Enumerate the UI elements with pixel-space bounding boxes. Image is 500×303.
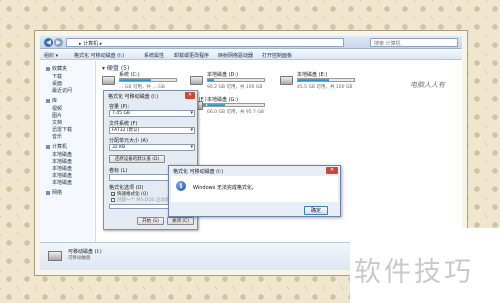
map-network-drive-button[interactable]: 映射网络驱动器 <box>218 52 253 59</box>
drive-usage-fill <box>208 79 214 81</box>
sidebar-item-videos[interactable]: 视频 <box>52 105 62 112</box>
checkmark-icon: ✓ <box>111 191 116 197</box>
star-icon <box>46 66 50 71</box>
info-icon: i <box>176 181 186 191</box>
sidebar-item-computer[interactable]: 计算机 <box>46 143 67 150</box>
allocation-label: 分配单元大小 (A) <box>109 138 148 144</box>
drive-tile-e[interactable]: 本地磁盘 (E:) 45.5 GB 可用，共 100 GB <box>280 71 370 91</box>
watermark-top-right: 电脑人人有 <box>410 81 445 89</box>
details-drive-name: 可移动磁盘 (I:) <box>68 249 102 255</box>
computer-icon <box>46 144 50 149</box>
sidebar-item-disk-3[interactable]: 本地磁盘 <box>52 165 72 172</box>
sidebar-item-libraries[interactable]: 库 <box>46 97 57 104</box>
sidebar-item-favorites[interactable]: 收藏夹 <box>46 65 67 72</box>
restore-defaults-button[interactable]: 还原设备的默认值 (D) <box>109 155 165 163</box>
details-drive-type: 可移动磁盘 <box>68 256 91 261</box>
drive-tile-g[interactable]: 本地磁盘 (G:) 66.0 GB 可用，共 95.7 GB <box>190 96 280 116</box>
open-control-panel-button[interactable]: 打开控制面板 <box>262 52 292 59</box>
drive-usage-fill <box>208 104 225 106</box>
sidebar-item-documents[interactable]: 文档 <box>52 119 62 126</box>
message-dialog-title: 格式化 可移动磁盘 (I:) <box>173 169 224 175</box>
sidebar-item-network[interactable]: 网络 <box>46 189 62 196</box>
system-properties-button[interactable]: 系统属性 <box>144 52 164 59</box>
format-dialog-title: 格式化 可移动磁盘 (I:) <box>108 94 159 100</box>
navigation-pane: 收藏夹 下载 桌面 最近访问 库 视频 图片 文档 迅雷下载 音乐 计算机 本地… <box>40 61 96 261</box>
address-path: ▸ 计算机 ▸ <box>79 41 103 47</box>
organize-menu[interactable]: 组织 ▾ <box>44 52 58 59</box>
filesystem-label: 文件系统 (F) <box>109 121 138 127</box>
filesystem-select[interactable]: FAT32 (默认) <box>109 127 195 134</box>
command-bar: 组织 ▾ 格式化 可移动磁盘 (I:) 系统属性 卸载或更改程序 映射网络驱动器… <box>40 50 462 60</box>
drive-usage-fill <box>120 79 151 81</box>
drive-tile-c[interactable]: 系统 (C:) … GB 可用，共 … GB <box>102 71 192 91</box>
message-body: i Windows 无法完成格式化。 <box>171 176 338 202</box>
watermark-text: 软件技巧 <box>354 257 474 288</box>
address-bar: ◀ ▶ ▸ 计算机 ▸ 搜索 计算机 <box>40 36 462 49</box>
close-icon[interactable]: ✕ <box>326 167 338 174</box>
sidebar-item-desktop[interactable]: 桌面 <box>52 80 62 87</box>
search-placeholder: 搜索 计算机 <box>374 41 401 47</box>
uninstall-program-button[interactable]: 卸载或更改程序 <box>174 52 209 59</box>
drive-usage-bar <box>207 78 265 82</box>
drive-usage-bar <box>207 103 265 107</box>
error-message-dialog: 格式化 可移动磁盘 (I:) ✕ i Windows 无法完成格式化。 确定 <box>168 165 341 217</box>
watermark-panel: 软件技巧 <box>350 228 500 303</box>
network-icon <box>46 190 50 195</box>
drive-usage-fill <box>298 79 329 81</box>
drive-usage-bar <box>119 78 177 82</box>
allocation-select[interactable]: 32 KB <box>109 144 195 151</box>
drive-usage-bar <box>297 78 355 82</box>
format-drive-button[interactable]: 格式化 可移动磁盘 (I:) <box>74 52 124 59</box>
sidebar-item-pictures[interactable]: 图片 <box>52 112 62 119</box>
removable-drive-icon <box>48 251 62 261</box>
sidebar-item-disk-5[interactable]: 本地磁盘 <box>52 179 72 186</box>
search-input[interactable]: 搜索 计算机 <box>370 38 458 47</box>
message-text: Windows 无法完成格式化。 <box>193 185 257 191</box>
sidebar-item-disk-1[interactable]: 本地磁盘 <box>52 151 72 158</box>
ok-button[interactable]: 确定 <box>304 206 328 215</box>
close-button[interactable]: 关闭 (C) <box>167 217 194 225</box>
back-arrow-icon[interactable]: ◀ <box>44 38 53 47</box>
capacity-select[interactable]: 7.45 GB <box>109 110 195 117</box>
hard-drive-icon <box>190 76 203 85</box>
forward-arrow-icon[interactable]: ▶ <box>54 38 63 47</box>
sidebar-item-disk-4[interactable]: 本地磁盘 <box>52 172 72 179</box>
volume-label-label: 卷标 (L) <box>109 168 128 174</box>
hard-drive-icon <box>280 76 293 85</box>
format-options-label: 格式化选项 (O) <box>109 185 144 191</box>
hard-drive-icon <box>102 76 115 85</box>
close-icon[interactable]: ✕ <box>185 92 195 99</box>
library-icon <box>46 98 50 103</box>
sidebar-item-thunder-downloads[interactable]: 迅雷下载 <box>52 126 72 133</box>
capacity-label: 容量 (P): <box>109 104 130 110</box>
sidebar-item-music[interactable]: 音乐 <box>52 133 62 140</box>
sidebar-item-disk-2[interactable]: 本地磁盘 <box>52 158 72 165</box>
address-field[interactable]: ▸ 计算机 ▸ <box>66 38 344 47</box>
start-button[interactable]: 开始 (S) <box>137 217 164 225</box>
sidebar-item-downloads[interactable]: 下载 <box>52 73 62 80</box>
drive-tile-d[interactable]: 本地磁盘 (D:) 90.2 GB 可用，共 100 GB <box>190 71 280 91</box>
sidebar-item-recent[interactable]: 最近访问 <box>52 87 72 94</box>
